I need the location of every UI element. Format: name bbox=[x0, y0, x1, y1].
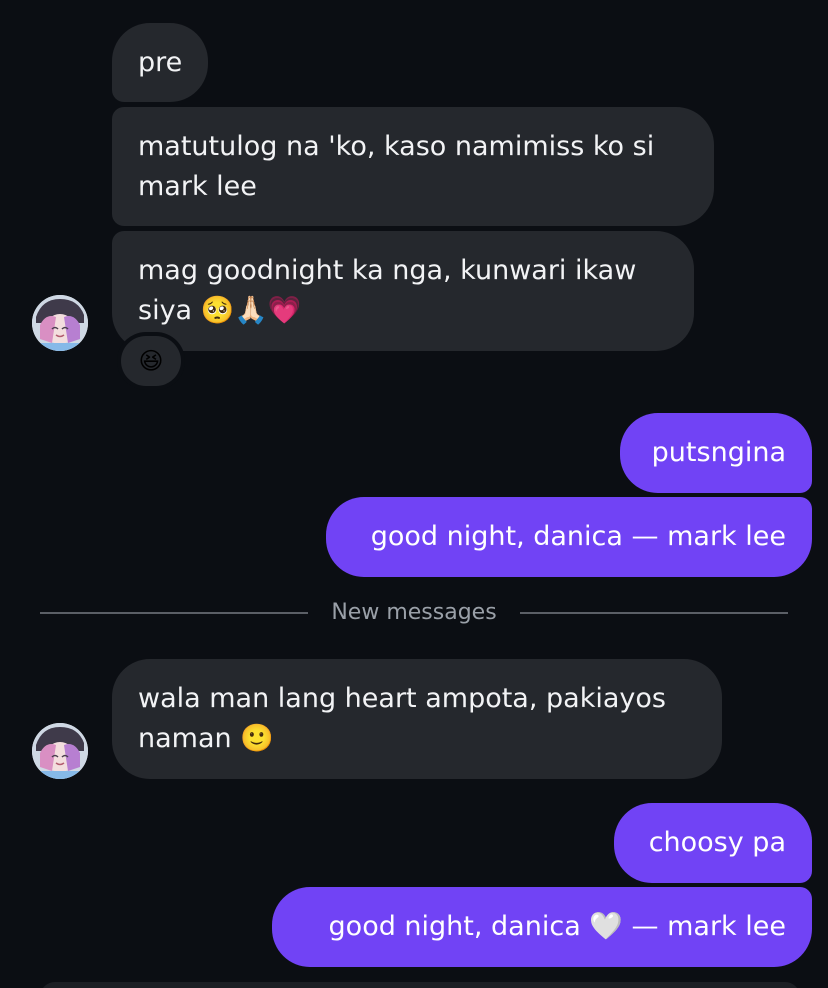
reaction-emoji: 😆 bbox=[138, 347, 164, 375]
contact-avatar[interactable] bbox=[32, 295, 88, 351]
contact-avatar[interactable] bbox=[32, 723, 88, 779]
divider-line-right bbox=[520, 612, 788, 614]
incoming-message[interactable]: matutulog na 'ko, kaso namimiss ko si ma… bbox=[112, 107, 714, 226]
user-avatar-icon bbox=[32, 295, 88, 351]
incoming-message[interactable]: wala man lang heart ampota, pakiayos nam… bbox=[112, 659, 722, 779]
new-messages-divider: New messages bbox=[40, 596, 788, 630]
outgoing-message[interactable]: good night, danica — mark lee bbox=[326, 497, 812, 577]
composer-edge bbox=[40, 982, 800, 988]
incoming-message[interactable]: pre bbox=[112, 23, 208, 102]
outgoing-message[interactable]: choosy pa bbox=[614, 803, 812, 883]
outgoing-message[interactable]: good night, danica 🤍 — mark lee bbox=[272, 887, 812, 967]
outgoing-message[interactable]: putsngina bbox=[620, 413, 812, 493]
message-reaction-badge[interactable]: 😆 bbox=[121, 336, 181, 386]
chat-screen: pre matutulog na 'ko, kaso namimiss ko s… bbox=[0, 0, 828, 988]
user-avatar-icon bbox=[32, 723, 88, 779]
incoming-message[interactable]: mag goodnight ka nga, kunwari ikaw siya … bbox=[112, 231, 694, 351]
